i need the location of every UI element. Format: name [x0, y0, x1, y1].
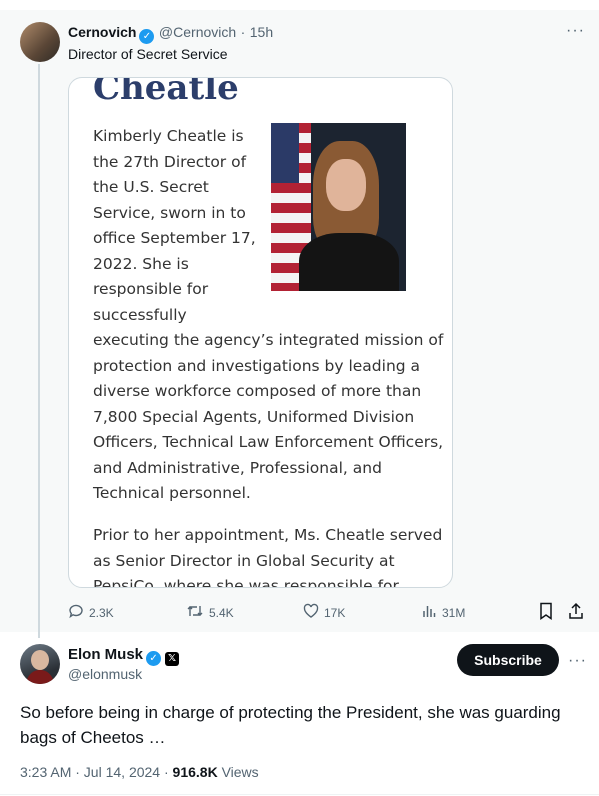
- reply-button[interactable]: 2.3K: [68, 603, 114, 622]
- tweet-timestamp[interactable]: 3:23 AM · Jul 14, 2024 ·: [20, 764, 173, 780]
- more-options-icon[interactable]: ···: [566, 22, 585, 40]
- x-affiliation-icon[interactable]: 𝕏: [165, 652, 180, 666]
- cernovich-avatar[interactable]: [20, 22, 60, 62]
- tweet-meta: 3:23 AM · Jul 14, 2024 · 916.8K Views: [20, 764, 259, 780]
- divider: [0, 794, 599, 795]
- main-tweet-text: So before being in charge of protecting …: [20, 703, 561, 747]
- reply-icon: [68, 603, 84, 622]
- analytics-bars-icon: [421, 603, 437, 622]
- views-count: 31M: [442, 605, 466, 620]
- tweet-media-image[interactable]: Cheatle Kimberly Cheatle is the 27th Dir…: [68, 77, 453, 588]
- tweet-time[interactable]: 15h: [250, 24, 273, 40]
- separator-dot: ·: [240, 24, 246, 40]
- elon-musk-avatar[interactable]: [20, 644, 60, 684]
- author-name[interactable]: Cernovich: [68, 24, 136, 40]
- more-options-icon[interactable]: ···: [568, 652, 587, 670]
- views-button[interactable]: 31M: [421, 603, 465, 622]
- repost-count: 5.4K: [209, 605, 234, 620]
- views-label: Views: [217, 764, 259, 780]
- bookmark-icon[interactable]: [538, 602, 554, 625]
- author-handle[interactable]: @Cernovich: [159, 24, 236, 40]
- subscribe-button[interactable]: Subscribe: [457, 644, 559, 676]
- main-author-name[interactable]: Elon Musk: [68, 646, 143, 663]
- repost-button[interactable]: 5.4K: [186, 603, 234, 622]
- card-body-text: executing the agency’s integrated missio…: [93, 331, 444, 502]
- verified-badge-icon: ✓: [146, 651, 162, 666]
- card-intro-text: Kimberly Cheatle is the 27th Director of…: [93, 127, 256, 324]
- main-author-row: Elon Musk ✓ 𝕏: [68, 646, 180, 666]
- parent-tweet-text: Director of Secret Service: [68, 46, 228, 62]
- thread-connector-line: [38, 64, 40, 638]
- verified-badge-icon: ✓: [139, 29, 155, 44]
- share-icon[interactable]: [568, 602, 584, 625]
- main-author-handle[interactable]: @elonmusk: [68, 666, 142, 682]
- director-portrait-photo: [271, 123, 406, 291]
- reply-count: 2.3K: [89, 605, 114, 620]
- heart-icon: [303, 603, 319, 622]
- card-title: Cheatle: [93, 77, 239, 108]
- repost-icon: [186, 603, 204, 622]
- card-paragraph-2: Prior to her appointment, Ms. Cheatle se…: [93, 526, 443, 588]
- like-button[interactable]: 17K: [303, 603, 345, 622]
- parent-tweet-header: Cernovich ✓ @Cernovich · 15h: [68, 24, 273, 44]
- view-count: 916.8K: [172, 764, 218, 780]
- like-count: 17K: [324, 605, 346, 620]
